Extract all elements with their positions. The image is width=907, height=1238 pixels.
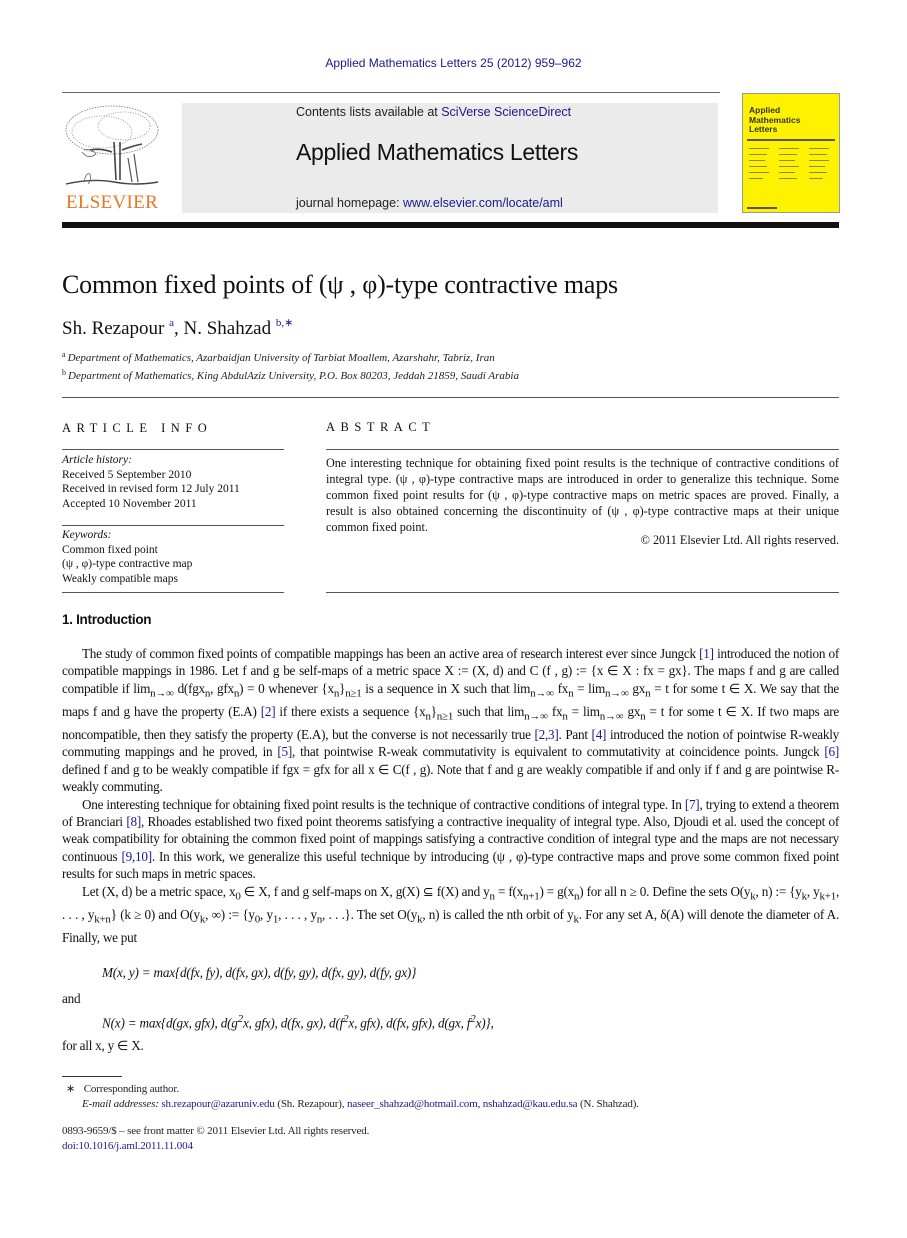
cover-text-line <box>749 172 769 173</box>
cover-text-line <box>779 160 795 161</box>
reference-link[interactable]: [2] <box>261 704 276 719</box>
author-list: Sh. Rezapour a, N. Shahzad b,∗ <box>62 317 294 339</box>
email-link[interactable]: nshahzad@kau.edu.sa <box>483 1098 578 1110</box>
cover-text-line <box>749 148 769 149</box>
history-entry: Accepted 10 November 2011 <box>62 497 197 510</box>
journal-banner: Contents lists available at SciVerse Sci… <box>182 103 718 213</box>
header-thick-rule <box>62 222 839 228</box>
conjunction-and: and <box>62 991 81 1006</box>
abstract-rule <box>326 592 839 593</box>
cover-text-line <box>779 148 799 149</box>
for-all-clause: for all x, y ∈ X. <box>62 1038 144 1053</box>
cover-text-line <box>749 166 767 167</box>
journal-cover-thumbnail[interactable]: Applied Mathematics Letters <box>742 93 840 213</box>
abstract-heading: ABSTRACT <box>326 420 436 434</box>
article-info-rule <box>62 592 284 593</box>
cover-divider <box>747 139 835 141</box>
affiliation-marker[interactable]: b,∗ <box>276 317 293 329</box>
reference-link[interactable]: [1] <box>699 646 714 661</box>
cover-text-line <box>809 148 829 149</box>
sciencedirect-link[interactable]: SciVerse ScienceDirect <box>441 105 571 119</box>
email-addresses: E-mail addresses: sh.rezapour@azaruniv.e… <box>82 1098 639 1110</box>
history-entry: Received in revised form 12 July 2011 <box>62 483 240 495</box>
article-info-rule <box>62 525 284 526</box>
cover-text-line <box>779 172 795 173</box>
article-history: Article history: Received 5 September 20… <box>62 454 240 510</box>
journal-title: Applied Mathematics Letters <box>296 139 579 165</box>
elsevier-logo[interactable]: ELSEVIER <box>62 102 162 214</box>
front-matter-notice: 0893-9659/$ – see front matter © 2011 El… <box>62 1125 370 1137</box>
section-heading-introduction: 1. Introduction <box>62 612 152 627</box>
cover-text-line <box>749 160 765 161</box>
cover-text-line <box>809 166 825 167</box>
cover-text-line <box>779 178 797 179</box>
equation-n: N(x) = max{d(gx, gfx), d(g2x, gfx), d(fx… <box>102 1013 494 1031</box>
tree-illustration-icon <box>65 105 159 185</box>
cover-title: Applied Mathematics Letters <box>749 105 801 134</box>
asterisk-marker: ∗ <box>66 1083 76 1095</box>
reference-link[interactable]: [8] <box>126 814 141 829</box>
reference-link[interactable]: [5] <box>277 744 292 759</box>
reference-link[interactable]: [6] <box>824 744 839 759</box>
keywords: Keywords: Common fixed point (ψ , φ)-typ… <box>62 529 193 585</box>
contents-availability: Contents lists available at SciVerse Sci… <box>296 105 572 119</box>
email-link[interactable]: sh.rezapour@azaruniv.edu <box>161 1098 274 1110</box>
equation-m: M(x, y) = max{d(fx, fy), d(fx, gx), d(fy… <box>102 965 417 980</box>
article-info-heading: ARTICLE INFO <box>62 421 213 435</box>
reference-link[interactable]: [9,10] <box>121 849 152 864</box>
author-name: Sh. Rezapour <box>62 318 165 339</box>
cover-text-line <box>749 154 767 155</box>
cover-text-line <box>809 178 823 179</box>
corresponding-author-note: ∗ Corresponding author. <box>66 1083 179 1095</box>
email-link[interactable]: naseer_shahzad@hotmail.com <box>347 1098 478 1110</box>
intro-paragraph-1: The study of common fixed points of comp… <box>62 646 840 945</box>
keyword: Common fixed point <box>62 543 158 556</box>
cover-footer-mark <box>747 207 777 209</box>
journal-citation-link[interactable]: Applied Mathematics Letters 25 (2012) 95… <box>0 56 907 70</box>
footnote-rule <box>62 1076 122 1077</box>
author-name: N. Shahzad <box>183 318 272 339</box>
abstract-copyright: © 2011 Elsevier Ltd. All rights reserved… <box>640 533 839 547</box>
cover-text-line <box>779 154 797 155</box>
history-entry: Received 5 September 2010 <box>62 468 192 481</box>
journal-homepage: journal homepage: www.elsevier.com/locat… <box>296 196 563 210</box>
journal-homepage-link[interactable]: www.elsevier.com/locate/aml <box>403 196 563 210</box>
section-divider <box>62 397 839 398</box>
doi-link[interactable]: doi:10.1016/j.aml.2011.11.004 <box>62 1140 193 1152</box>
affiliation: a Department of Mathematics, Azarbaidjan … <box>62 350 495 364</box>
header-top-rule <box>62 92 720 93</box>
cover-text-line <box>749 178 763 179</box>
cover-text-line <box>779 166 799 167</box>
abstract-rule <box>326 449 839 450</box>
elsevier-wordmark: ELSEVIER <box>65 192 159 213</box>
cover-text-line <box>809 160 829 161</box>
reference-link[interactable]: [2,3] <box>534 727 558 742</box>
keyword: Weakly compatible maps <box>62 572 178 585</box>
article-info-rule <box>62 449 284 450</box>
article-title: Common fixed points of (ψ , φ)-type cont… <box>62 270 618 299</box>
reference-link[interactable]: [7] <box>685 797 700 812</box>
reference-link[interactable]: [4] <box>592 727 607 742</box>
keyword: (ψ , φ)-type contractive map <box>62 558 193 570</box>
cover-text-line <box>809 172 827 173</box>
affiliation: b Department of Mathematics, King AbdulAz… <box>62 368 519 382</box>
abstract-text: One interesting technique for obtaining … <box>326 456 839 534</box>
cover-text-line <box>809 154 827 155</box>
